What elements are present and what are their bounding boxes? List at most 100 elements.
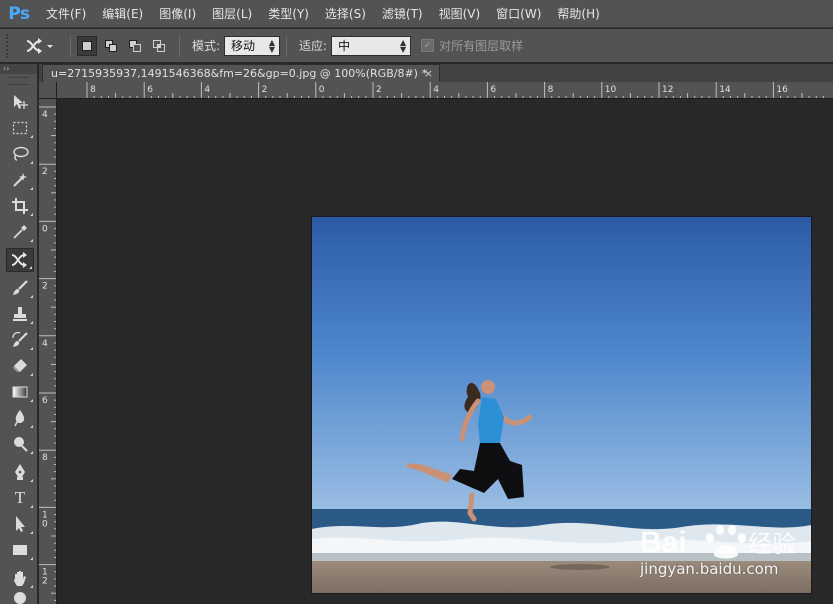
menu-edit[interactable]: 编辑(E) xyxy=(94,0,151,28)
more-tools-corner xyxy=(30,295,33,298)
ruler-label: 14 xyxy=(719,85,731,95)
type-tool[interactable]: T xyxy=(6,486,34,510)
photoshop-window: Ps 文件(F) 编辑(E) 图像(I) 图层(L) 类型(Y) 选择(S) 滤… xyxy=(0,0,833,604)
marquee-tool[interactable] xyxy=(6,116,34,140)
menu-type[interactable]: 类型(Y) xyxy=(260,0,317,28)
options-separator xyxy=(286,34,288,57)
options-grip[interactable] xyxy=(6,33,12,58)
intersect-selection-icon xyxy=(153,39,165,52)
watermark-url: jingyan.baidu.com xyxy=(640,560,779,578)
more-tools-corner xyxy=(30,213,33,216)
subtract-from-selection-icon xyxy=(129,39,141,52)
ruler-label: 8 xyxy=(42,453,48,463)
add-to-selection-button[interactable] xyxy=(101,36,121,56)
more-tools-corner xyxy=(30,347,33,350)
path-selection-icon xyxy=(16,516,25,532)
sample-all-layers-checkbox[interactable]: ✓ xyxy=(421,39,435,52)
type-icon: T xyxy=(14,488,26,507)
eyedropper-icon xyxy=(13,225,27,239)
ruler-label: 2 xyxy=(42,577,48,587)
menu-select[interactable]: 选择(S) xyxy=(317,0,374,28)
new-selection-button[interactable] xyxy=(77,35,97,56)
sample-all-layers-label: 对所有图层取样 xyxy=(439,39,524,53)
history-brush-tool[interactable] xyxy=(6,328,34,352)
ruler-label: 4 xyxy=(433,85,439,95)
mode-dropdown[interactable]: 移动 ▲ ▼ xyxy=(224,35,281,56)
menu-file[interactable]: 文件(F) xyxy=(38,0,94,28)
ruler-label: 2 xyxy=(42,282,48,292)
tools-panel: ›› T xyxy=(0,64,38,604)
updown-arrow-icon: ▲ ▼ xyxy=(268,37,276,54)
dodge-icon xyxy=(14,437,28,452)
menu-help[interactable]: 帮助(H) xyxy=(549,0,607,28)
menu-window[interactable]: 窗口(W) xyxy=(488,0,549,28)
close-icon[interactable]: × xyxy=(424,65,433,82)
eyedropper-tool[interactable] xyxy=(6,220,34,244)
ruler-label: 8 xyxy=(548,85,554,95)
ruler-label: 12 xyxy=(662,85,673,95)
checkmark-icon: ✓ xyxy=(423,40,432,51)
document-tab[interactable]: u=2715935937,1491546368&fm=26&gp=0.jpg @… xyxy=(42,64,440,82)
stamp-icon xyxy=(13,307,27,321)
gradient-tool[interactable] xyxy=(6,380,34,404)
menu-view[interactable]: 视图(V) xyxy=(431,0,489,28)
more-tools-corner xyxy=(30,373,33,376)
hand-tool[interactable] xyxy=(6,566,34,590)
add-to-selection-icon xyxy=(105,39,117,52)
adapt-label: 适应: xyxy=(299,39,328,53)
more-tools-corner xyxy=(30,135,33,138)
ruler-label: 6 xyxy=(490,85,496,95)
brush-tool[interactable] xyxy=(6,276,34,300)
menu-image[interactable]: 图像(I) xyxy=(151,0,204,28)
blur-tool[interactable] xyxy=(6,406,34,430)
updown-arrow-icon: ▲ ▼ xyxy=(399,37,407,54)
menu-layer[interactable]: 图层(L) xyxy=(204,0,260,28)
more-tools-corner xyxy=(30,321,33,324)
tool-preset-picker[interactable] xyxy=(24,34,64,58)
path-selection-tool[interactable] xyxy=(6,512,34,536)
horizontal-ruler-ticks: 8 6 4 2 0 2 4 6 8 10 12 14 16 xyxy=(86,82,824,98)
baidu-logo-text: Bai xyxy=(640,526,687,559)
menu-filter[interactable]: 滤镜(T) xyxy=(374,0,431,28)
crop-tool[interactable] xyxy=(6,194,34,218)
ruler-label: 4 xyxy=(42,110,48,120)
ruler-label: 8 xyxy=(90,85,96,95)
zoom-tool[interactable] xyxy=(6,590,34,604)
move-tool[interactable] xyxy=(6,90,34,114)
ruler-label: 6 xyxy=(147,85,153,95)
clone-stamp-tool[interactable] xyxy=(6,302,34,326)
pen-tool[interactable] xyxy=(6,460,34,484)
adapt-dropdown[interactable]: 中 ▲ ▼ xyxy=(331,35,412,56)
ruler-label: 0 xyxy=(319,85,325,95)
vertical-ruler[interactable]: 42024681012 xyxy=(39,99,57,604)
content-aware-move-tool[interactable] xyxy=(6,248,34,272)
more-tools-corner xyxy=(30,399,33,402)
baidu-watermark: Bai 经验 jingyan.baidu.com xyxy=(640,516,830,586)
subtract-from-selection-button[interactable] xyxy=(125,36,145,56)
jingyan-logo-text: 经验 xyxy=(748,530,796,558)
new-selection-icon xyxy=(82,40,92,51)
eraser-icon xyxy=(13,359,27,372)
mode-value: 移动 xyxy=(231,39,256,53)
blur-icon xyxy=(14,410,25,427)
tools-panel-grip[interactable] xyxy=(8,77,29,85)
dodge-tool[interactable] xyxy=(6,432,34,456)
tools-panel-collapse[interactable]: ›› xyxy=(0,64,37,74)
lasso-tool[interactable] xyxy=(6,142,34,166)
more-tools-corner xyxy=(30,557,33,560)
adapt-value: 中 xyxy=(338,39,351,53)
eraser-tool[interactable] xyxy=(6,354,34,378)
ruler-label: 4 xyxy=(42,339,48,349)
horizontal-ruler[interactable]: 8 6 4 2 0 2 4 6 8 10 12 14 16 xyxy=(57,82,833,99)
ruler-label: 4 xyxy=(204,85,210,95)
move-icon xyxy=(14,95,28,109)
rectangle-tool[interactable] xyxy=(6,538,34,562)
magic-wand-tool[interactable] xyxy=(6,168,34,192)
more-tools-corner xyxy=(30,505,33,508)
intersect-selection-button[interactable] xyxy=(149,36,169,56)
ruler-label: 16 xyxy=(776,85,788,95)
content-aware-move-icon xyxy=(26,37,53,54)
more-tools-corner xyxy=(30,187,33,190)
ruler-origin[interactable] xyxy=(39,82,57,99)
options-separator xyxy=(179,34,180,57)
